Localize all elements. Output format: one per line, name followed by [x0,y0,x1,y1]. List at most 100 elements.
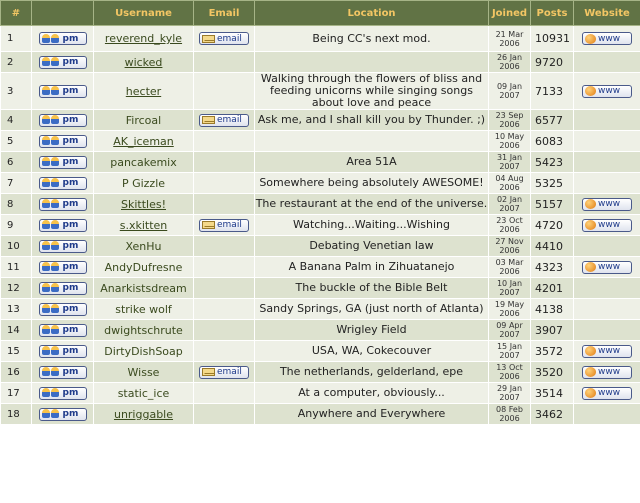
posts-cell: 3462 [530,403,574,425]
pm-label: pm [62,136,79,147]
joined-cell: 13 Oct 2006 [488,361,531,383]
website-cell: www [573,214,640,236]
website-button[interactable]: www [582,84,632,98]
username-text[interactable]: DirtyDishSoap [104,345,183,358]
website-button[interactable]: www [582,218,632,232]
username-link[interactable]: AK_iceman [113,135,174,148]
pm-button[interactable]: pm [38,407,87,421]
location-cell: At a computer, obviously... [254,382,489,404]
username-link[interactable]: s.xkitten [120,219,168,232]
pm-button[interactable]: pm [38,32,87,46]
username-text[interactable]: static_ice [118,387,170,400]
website-cell [573,277,640,299]
pm-button[interactable]: pm [38,365,87,379]
users-icon [41,304,62,314]
pm-button[interactable]: pm [38,239,87,253]
website-button[interactable]: www [582,197,632,211]
pm-label: pm [62,304,79,315]
pm-button[interactable]: pm [38,113,87,127]
email-cell: email [193,25,255,52]
pm-button[interactable]: pm [38,155,87,169]
rank-cell: 12 [0,277,32,299]
pm-button[interactable]: pm [38,84,87,98]
username-text[interactable]: Wisse [128,366,160,379]
posts-cell: 4323 [530,256,574,278]
email-cell [193,172,255,194]
posts-cell: 6083 [530,130,574,152]
pm-button[interactable]: pm [38,218,87,232]
email-cell [193,403,255,425]
pm-button[interactable]: pm [38,344,87,358]
pm-button[interactable]: pm [38,386,87,400]
joined-cell: 02 Jan 2007 [488,193,531,215]
joined-cell: 10 Jan 2007 [488,277,531,299]
joined-cell: 10 May 2006 [488,130,531,152]
location-cell: Walking through the flowers of bliss and… [254,72,489,110]
username-text[interactable]: strike wolf [115,303,172,316]
username-text[interactable]: dwightschrute [104,324,183,337]
pm-cell: pm [31,298,94,320]
email-button[interactable]: email [199,113,249,127]
username-text[interactable]: Anarkistsdream [100,282,186,295]
username-text[interactable]: Fircoal [126,114,161,127]
pm-cell: pm [31,403,94,425]
username-text[interactable]: AndyDufresne [105,261,183,274]
website-button[interactable]: www [582,260,632,274]
www-label: www [598,346,621,357]
table-row: 13 pm strike wolf Sandy Springs, GA (just n… [0,298,640,320]
website-button[interactable]: www [582,365,632,379]
email-button[interactable]: email [199,32,249,46]
pm-cell: pm [31,235,94,257]
users-icon [41,199,62,209]
email-button[interactable]: email [199,365,249,379]
website-button[interactable]: www [582,32,632,46]
pm-button[interactable]: pm [38,302,87,316]
rank-cell: 18 [0,403,32,425]
pm-label: pm [62,220,79,231]
col-header-username[interactable]: Username [93,0,194,26]
posts-cell: 3907 [530,319,574,341]
envelope-icon [202,368,215,377]
posts-cell: 7133 [530,72,574,110]
col-header-posts[interactable]: Posts [530,0,574,26]
table-row: 10 pm XenHu Debating Venetian law 27 Nov 200… [0,235,640,257]
username-link[interactable]: hecter [126,85,161,98]
pm-label: pm [62,367,79,378]
username-link[interactable]: Skittles! [121,198,166,211]
location-cell: Anywhere and Everywhere [254,403,489,425]
username-text[interactable]: XenHu [125,240,161,253]
email-cell [193,319,255,341]
username-text[interactable]: pancakemix [110,156,177,169]
username-cell: dwightschrute [93,319,194,341]
pm-button[interactable]: pm [38,55,87,69]
rank-cell: 5 [0,130,32,152]
table-row: 3 pm hecter Walking through the flowers of … [0,72,640,110]
website-cell [573,235,640,257]
col-header-joined[interactable]: Joined [488,0,531,26]
username-text[interactable]: P Gizzle [122,177,165,190]
pm-button[interactable]: pm [38,260,87,274]
website-button[interactable]: www [582,344,632,358]
pm-button[interactable]: pm [38,134,87,148]
username-link[interactable]: wicked [125,56,163,69]
envelope-icon [202,221,215,230]
username-link[interactable]: unriggable [114,408,173,421]
pm-button[interactable]: pm [38,176,87,190]
email-cell [193,130,255,152]
pm-button[interactable]: pm [38,197,87,211]
col-header-location[interactable]: Location [254,0,489,26]
pm-label: pm [62,283,79,294]
pm-label: pm [62,409,79,420]
username-link[interactable]: reverend_kyle [105,32,182,45]
email-button[interactable]: email [199,218,249,232]
pm-cell: pm [31,172,94,194]
pm-button[interactable]: pm [38,281,87,295]
location-cell: Area 51A [254,151,489,173]
www-label: www [598,262,621,273]
pm-button[interactable]: pm [38,323,87,337]
rank-cell: 14 [0,319,32,341]
rank-cell: 17 [0,382,32,404]
website-button[interactable]: www [582,386,632,400]
pm-label: pm [62,199,79,210]
users-icon [41,283,62,293]
